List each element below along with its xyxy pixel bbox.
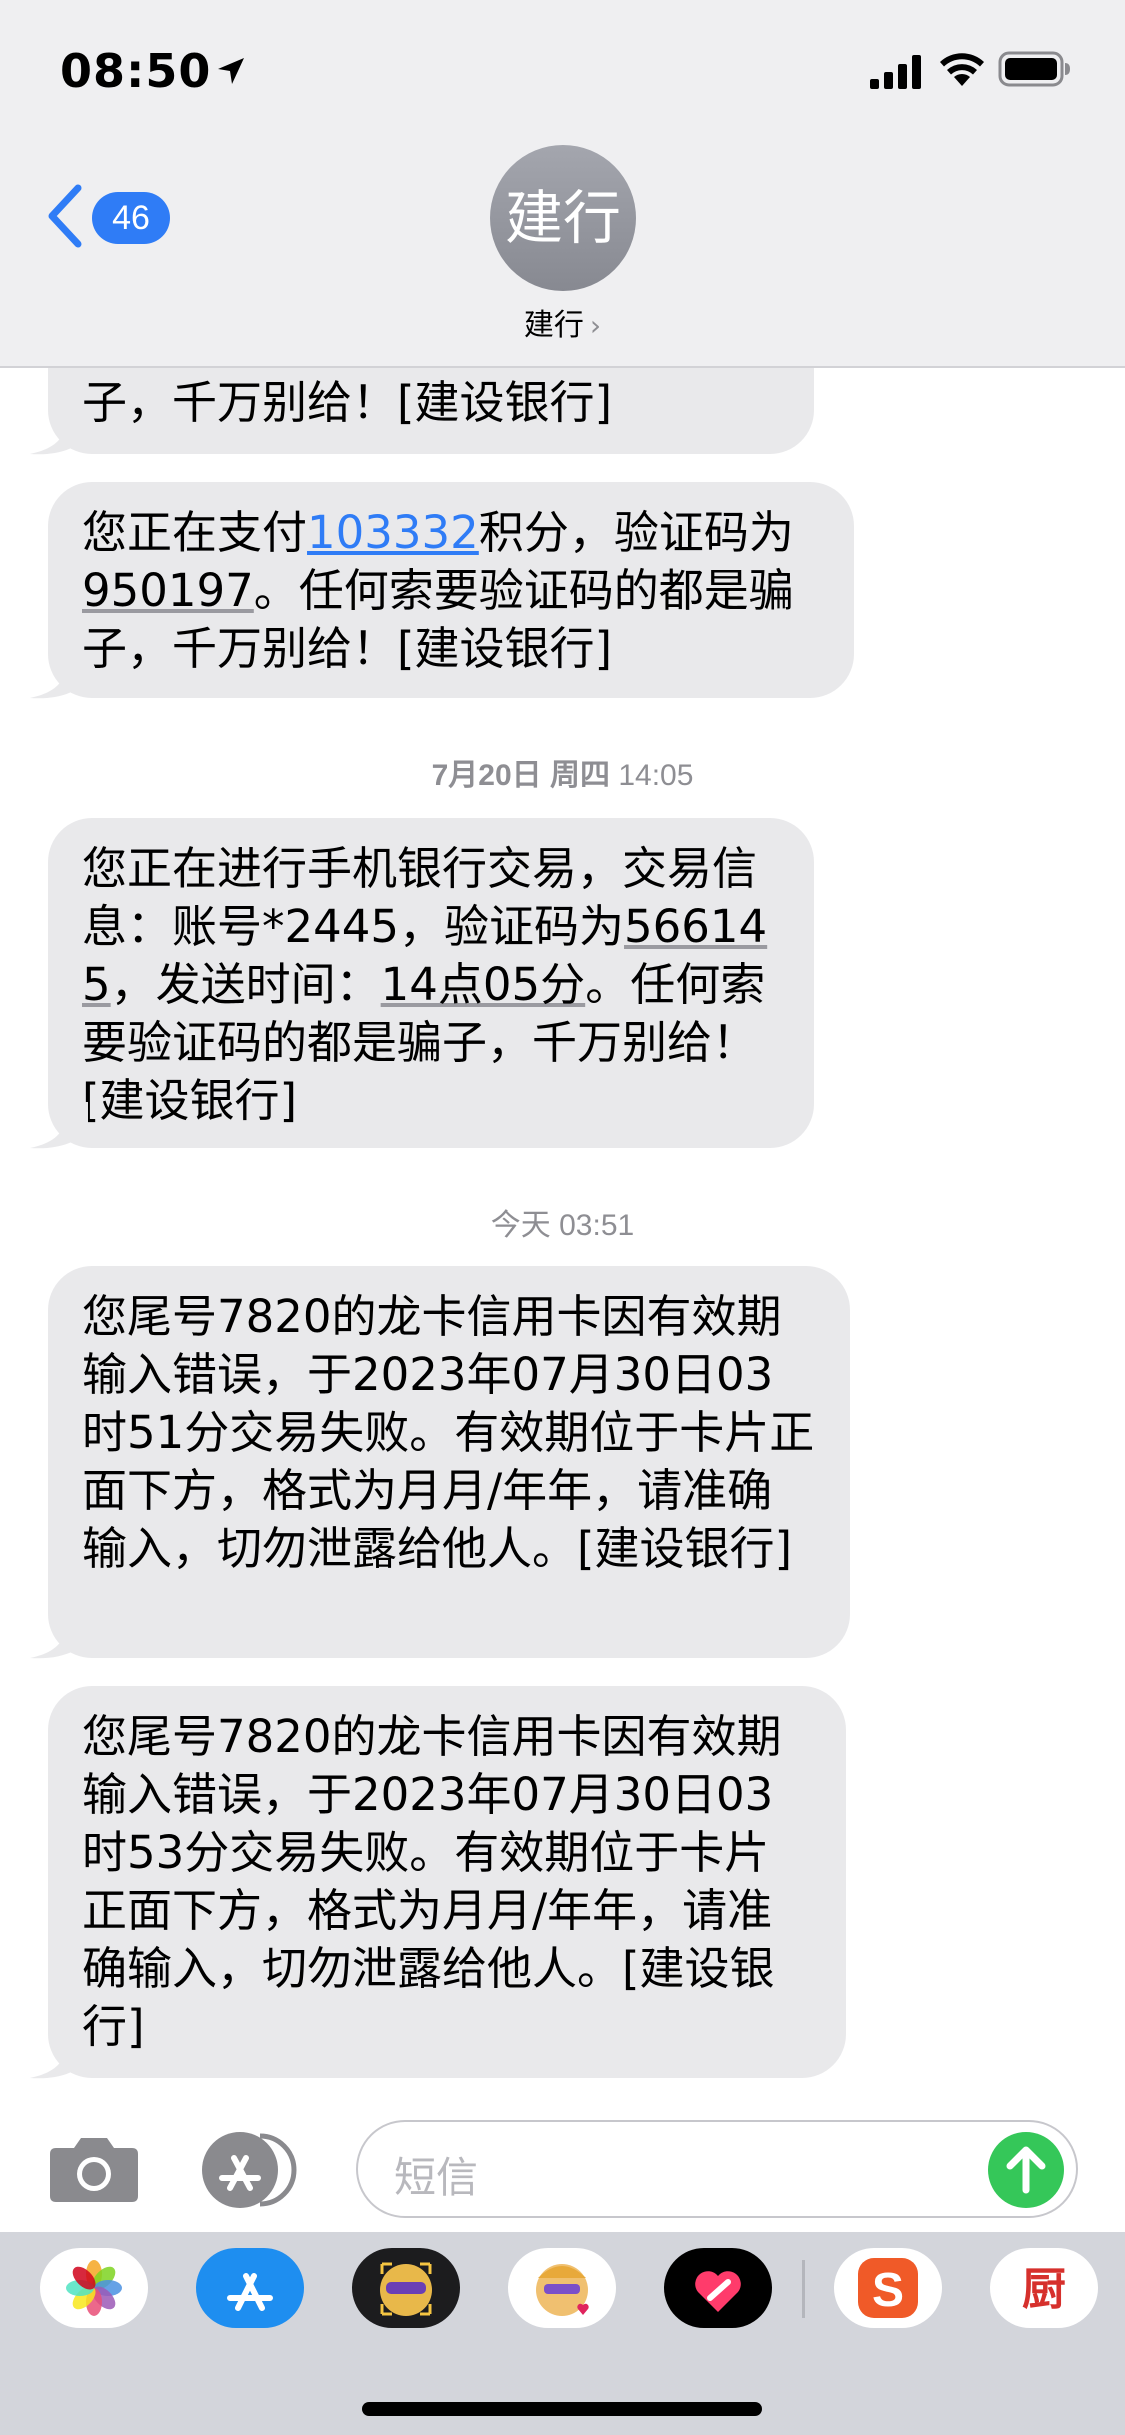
message-input-placeholder: 短信 [394,2153,479,2202]
photos-flower-icon [66,2260,122,2316]
message-text: 积分，验证码为 [478,506,794,559]
arrow-up-icon [1006,2146,1046,2194]
message-text: 您尾号7820的龙卡信用卡因有效期输入错误，于2023年07月30日03时51分… [82,1290,815,1575]
back-button[interactable]: 46 [46,180,176,252]
home-indicator[interactable] [362,2402,762,2416]
drawer-divider [802,2260,805,2318]
memoji-heart-eyes-icon [536,2264,589,2316]
message-text: 您正在支付 [82,506,308,559]
photos-app-icon[interactable] [40,2248,148,2328]
timestamp-date: 7月20日 周四 [431,759,610,792]
contact-avatar[interactable]: 建行 [490,145,636,291]
message-timestamp: 7月20日 周四 14:05 [0,750,1125,794]
bubble-tail [30,2032,88,2079]
timestamp-time: 14:05 [618,759,694,792]
imessage-app-drawer: S 厨 [0,2232,1125,2435]
conversation-header: 08:50 46 建行 建行 › [0,0,1125,368]
message-bubble[interactable]: 您正在进行手机银行交易，交易信息：账号*2445，验证码为566145，发送时间… [48,818,814,1148]
xiachufang-app-icon[interactable]: 厨 [990,2248,1098,2328]
contact-info-button[interactable]: 建行 › [0,300,1125,344]
send-button[interactable] [988,2132,1064,2208]
app-store-app-icon[interactable] [196,2248,304,2328]
chevron-right-icon: › [589,309,602,342]
sogou-keyboard-app-icon[interactable]: S [834,2248,942,2328]
points-link[interactable]: 103332 [307,506,479,559]
message-input[interactable]: 短信 [356,2120,1078,2218]
bubble-tail [30,408,88,455]
message-timestamp: 今天 03:51 [0,1200,1125,1244]
bubble-tail [30,1612,88,1659]
status-bar-time: 08:50 [60,44,212,98]
message-text: ，发送时间： [110,958,381,1011]
digital-touch-app-icon[interactable] [664,2248,772,2328]
svg-text:厨: 厨 [1022,2264,1066,2315]
unread-count-badge: 46 [92,192,170,244]
bubble-tail [30,652,88,699]
messages-screen: 子，千万别给！[建设银行] 您正在支付103332积分，验证码为950197。任… [0,0,1125,2435]
message-text: 您尾号7820的龙卡信用卡因有效期输入错误，于2023年07月30日03时53分… [82,1710,782,2053]
wifi-icon [940,53,984,86]
message-bubble[interactable]: 您尾号7820的龙卡信用卡因有效期输入错误，于2023年07月30日03时53分… [48,1686,846,2078]
memoji-face-icon [380,2262,432,2316]
timestamp-date: 今天 [490,1209,551,1242]
app-store-a-icon [227,2273,273,2311]
message-bubble[interactable]: 您尾号7820的龙卡信用卡因有效期输入错误，于2023年07月30日03时51分… [48,1266,850,1658]
send-time-link[interactable]: 14点05分 [381,958,586,1011]
bubble-tail [30,1102,88,1149]
memoji-app-icon[interactable] [508,2248,616,2328]
app-store-apps-icon[interactable] [200,2130,306,2210]
timestamp-time: 03:51 [559,1209,635,1242]
chevron-left-icon [48,184,82,248]
xiachufang-glyph-icon: 厨 [1022,2264,1066,2315]
location-arrow-icon [218,58,244,84]
heart-touch-icon [695,2271,741,2312]
message-text: 子，千万别给！[建设银行] [82,376,613,429]
sogou-s-icon: S [858,2258,918,2318]
contact-name: 建行 [523,308,584,343]
battery-icon [998,51,1070,87]
message-bubble[interactable]: 您正在支付103332积分，验证码为950197。任何索要验证码的都是骗子，千万… [48,482,854,698]
verification-code-link[interactable]: 950197 [82,564,254,617]
svg-text:S: S [872,2264,904,2317]
cellular-signal-icon [870,55,921,89]
camera-icon[interactable] [48,2132,140,2204]
memoji-stickers-app-icon[interactable] [352,2248,460,2328]
